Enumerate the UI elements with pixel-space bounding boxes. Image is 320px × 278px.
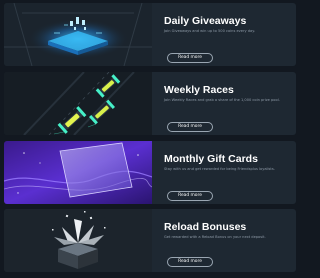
gift-box-image [4,209,152,272]
giveaway-table-image [4,3,152,66]
promo-description: Join Weekly Races and grab a share of th… [164,98,280,102]
promo-description: Stay with us and get rewarded for being … [164,167,275,171]
read-more-button[interactable]: Read more [167,122,213,132]
promo-title: Weekly Races [164,84,234,96]
read-more-button[interactable]: Read more [167,257,213,267]
promo-title: Daily Giveaways [164,15,247,27]
promo-card-weekly-races: Weekly Races Join Weekly Races and grab … [4,72,296,135]
promo-title: Monthly Gift Cards [164,153,258,165]
promo-card-reload-bonuses: Reload Bonuses Get rewarded with a Reloa… [4,209,296,272]
gift-card-image [4,141,152,204]
read-more-button[interactable]: Read more [167,191,213,201]
read-more-button[interactable]: Read more [167,53,213,63]
promo-card-daily-giveaways: Daily Giveaways Join Giveaways and win u… [4,3,296,66]
race-cars-image [4,72,152,135]
promo-description: Get rewarded with a Reload Bonus on your… [164,235,266,239]
promo-description: Join Giveaways and win up to 500 coins e… [164,29,255,33]
promo-card-monthly-gift-cards: Monthly Gift Cards Stay with us and get … [4,141,296,204]
promo-title: Reload Bonuses [164,221,247,233]
